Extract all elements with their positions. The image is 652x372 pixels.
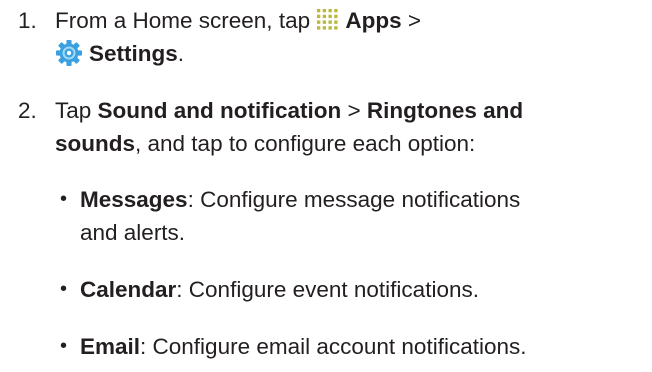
step-text: From a Home screen, tap bbox=[55, 8, 317, 33]
bullet: • bbox=[60, 278, 68, 300]
apps-label: Apps bbox=[345, 8, 402, 33]
option-text: Calendar: Configure event notifications. bbox=[80, 273, 645, 306]
option-line-1: Messages: Configure message notification… bbox=[80, 183, 645, 216]
separator: > bbox=[401, 8, 421, 33]
option-label: Email bbox=[80, 334, 141, 359]
sound-notification-label: Sound and notification bbox=[97, 98, 342, 123]
option-line-1: Calendar: Configure event notifications. bbox=[80, 273, 645, 306]
step-text: , and tap to configure each option: bbox=[135, 131, 476, 156]
ringtones-label: Ringtones and bbox=[366, 98, 524, 123]
bullet: • bbox=[60, 335, 68, 357]
step-number: 2. bbox=[18, 98, 37, 123]
option-line-1: Email: Configure email account notificat… bbox=[80, 330, 645, 363]
option-desc: : Configure message notifications bbox=[187, 187, 521, 212]
step-1-line-1: From a Home screen, tap Apps > bbox=[55, 4, 645, 37]
settings-label: Settings bbox=[89, 41, 178, 66]
instructions-document: 1. From a Home screen, tap Apps > Settin… bbox=[0, 0, 652, 372]
settings-gear-icon bbox=[56, 40, 82, 66]
option-line-2: and alerts. bbox=[80, 216, 645, 249]
step-1-line-2: Settings. bbox=[55, 37, 645, 70]
step-2-line-1: Tap Sound and notification > Ringtones a… bbox=[55, 94, 645, 127]
option-label: Calendar bbox=[80, 277, 177, 302]
step-text: Tap bbox=[55, 98, 98, 123]
step-body: Tap Sound and notification > Ringtones a… bbox=[55, 94, 645, 160]
option-desc: : Configure email account notifications. bbox=[140, 334, 527, 359]
option-desc: : Configure event notifications. bbox=[176, 277, 479, 302]
option-desc-continued: and alerts. bbox=[80, 220, 186, 245]
ringtones-label-continued: sounds bbox=[55, 131, 136, 156]
apps-grid-icon bbox=[317, 8, 338, 30]
step-2-line-2: sounds, and tap to configure each option… bbox=[55, 127, 645, 160]
option-text: Messages: Configure message notification… bbox=[80, 183, 645, 249]
option-label: Messages bbox=[80, 187, 188, 212]
separator: > bbox=[341, 98, 367, 123]
option-text: Email: Configure email account notificat… bbox=[80, 330, 645, 363]
step-body: From a Home screen, tap Apps > Settings. bbox=[55, 4, 645, 70]
bullet: • bbox=[60, 188, 68, 210]
step-end: . bbox=[177, 41, 185, 66]
step-number: 1. bbox=[18, 8, 37, 33]
